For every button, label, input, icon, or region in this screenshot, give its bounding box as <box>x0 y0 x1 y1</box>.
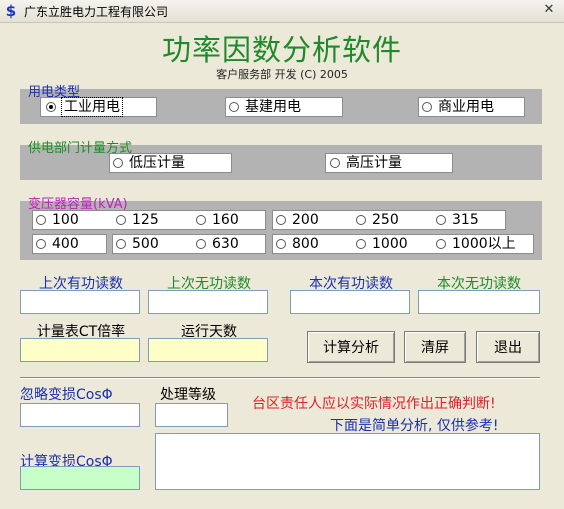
option-label: 1000 <box>372 236 408 252</box>
last-active-input[interactable] <box>20 290 140 314</box>
subtitle: 客户服务部 开发 (C) 2005 <box>216 68 348 81</box>
option-label: 1000以上 <box>452 236 516 252</box>
app-window: $ 广东立胜电力工程有限公司 ✕ 功率因数分析软件 客户服务部 开发 (C) 2… <box>0 0 564 509</box>
warning-message: 台区责任人应以实际情况作出正确判断! <box>252 396 496 412</box>
radio-icon[interactable] <box>276 215 286 225</box>
radio-icon[interactable] <box>330 158 340 168</box>
capacity-option-125[interactable]: 125 <box>116 210 159 230</box>
level-input[interactable] <box>155 403 228 427</box>
capacity-option-1000[interactable]: 1000 <box>356 234 408 254</box>
capacity-option-160[interactable]: 160 <box>196 210 239 230</box>
title-bar[interactable]: $ 广东立胜电力工程有限公司 ✕ <box>0 0 564 23</box>
app-icon: $ <box>5 2 17 20</box>
option-label: 商业用电 <box>438 99 494 115</box>
divider <box>20 377 540 379</box>
capacity-option-250[interactable]: 250 <box>356 210 399 230</box>
capacity-option-above-1000[interactable]: 1000以上 <box>436 234 516 254</box>
transformer-group: 变压器容量(kVA) 100 125 160 200 250 315 400 5… <box>20 197 542 260</box>
analyze-button[interactable]: 计算分析 <box>307 331 395 363</box>
analysis-result-area[interactable] <box>155 433 540 490</box>
app-title: 功率因数分析软件 <box>161 33 402 67</box>
option-label: 基建用电 <box>245 99 301 115</box>
ignore-cos-input[interactable] <box>20 403 140 427</box>
option-label: 低压计量 <box>129 155 185 171</box>
option-label: 工业用电 <box>61 97 123 117</box>
ignore-cos-label: 忽略变损CosΦ <box>20 387 113 403</box>
capacity-option-400[interactable]: 400 <box>36 234 79 254</box>
ct-ratio-input[interactable] <box>20 338 140 362</box>
power-type-group: 用电类型 工业用电 基建用电 商业用电 <box>20 85 542 124</box>
option-label: 400 <box>52 236 79 252</box>
run-days-input[interactable] <box>148 338 268 362</box>
capacity-option-800[interactable]: 800 <box>276 234 319 254</box>
option-label: 800 <box>292 236 319 252</box>
window-title: 广东立胜电力工程有限公司 <box>24 5 169 19</box>
capacity-option-500[interactable]: 500 <box>116 234 159 254</box>
capacity-option-315[interactable]: 315 <box>436 210 479 230</box>
radio-selected-icon[interactable] <box>46 102 56 112</box>
power-type-option-construction[interactable]: 基建用电 <box>229 97 301 117</box>
option-label: 高压计量 <box>346 155 402 171</box>
radio-icon[interactable] <box>229 102 239 112</box>
option-label: 100 <box>52 212 79 228</box>
option-label: 630 <box>212 236 239 252</box>
radio-icon[interactable] <box>276 239 286 249</box>
radio-icon[interactable] <box>196 215 206 225</box>
radio-icon[interactable] <box>196 239 206 249</box>
exit-button[interactable]: 退出 <box>476 331 540 363</box>
radio-icon[interactable] <box>116 239 126 249</box>
clear-button[interactable]: 清屏 <box>404 331 466 363</box>
current-active-input[interactable] <box>290 290 410 314</box>
close-icon[interactable]: ✕ <box>540 2 558 18</box>
capacity-option-100[interactable]: 100 <box>36 210 79 230</box>
last-reactive-input[interactable] <box>148 290 268 314</box>
option-label: 200 <box>292 212 319 228</box>
power-type-option-industrial[interactable]: 工业用电 <box>46 97 123 117</box>
radio-icon[interactable] <box>436 239 446 249</box>
radio-icon[interactable] <box>36 215 46 225</box>
option-label: 160 <box>212 212 239 228</box>
option-label: 250 <box>372 212 399 228</box>
current-reactive-input[interactable] <box>418 290 540 314</box>
option-label: 125 <box>132 212 159 228</box>
power-type-option-commercial[interactable]: 商业用电 <box>422 97 494 117</box>
radio-icon[interactable] <box>436 215 446 225</box>
metering-option-high-voltage[interactable]: 高压计量 <box>330 153 402 173</box>
metering-group: 供电部门计量方式 低压计量 高压计量 <box>20 141 542 180</box>
radio-icon[interactable] <box>116 215 126 225</box>
radio-icon[interactable] <box>422 102 432 112</box>
radio-icon[interactable] <box>36 239 46 249</box>
calc-cos-input[interactable] <box>20 466 140 490</box>
level-label: 处理等级 <box>160 387 216 403</box>
option-label: 500 <box>132 236 159 252</box>
radio-icon[interactable] <box>113 158 123 168</box>
capacity-option-200[interactable]: 200 <box>276 210 319 230</box>
option-label: 315 <box>452 212 479 228</box>
metering-option-low-voltage[interactable]: 低压计量 <box>113 153 185 173</box>
radio-icon[interactable] <box>356 239 366 249</box>
capacity-option-630[interactable]: 630 <box>196 234 239 254</box>
radio-icon[interactable] <box>356 215 366 225</box>
note-message: 下面是简单分析, 仅供参考! <box>330 418 499 434</box>
